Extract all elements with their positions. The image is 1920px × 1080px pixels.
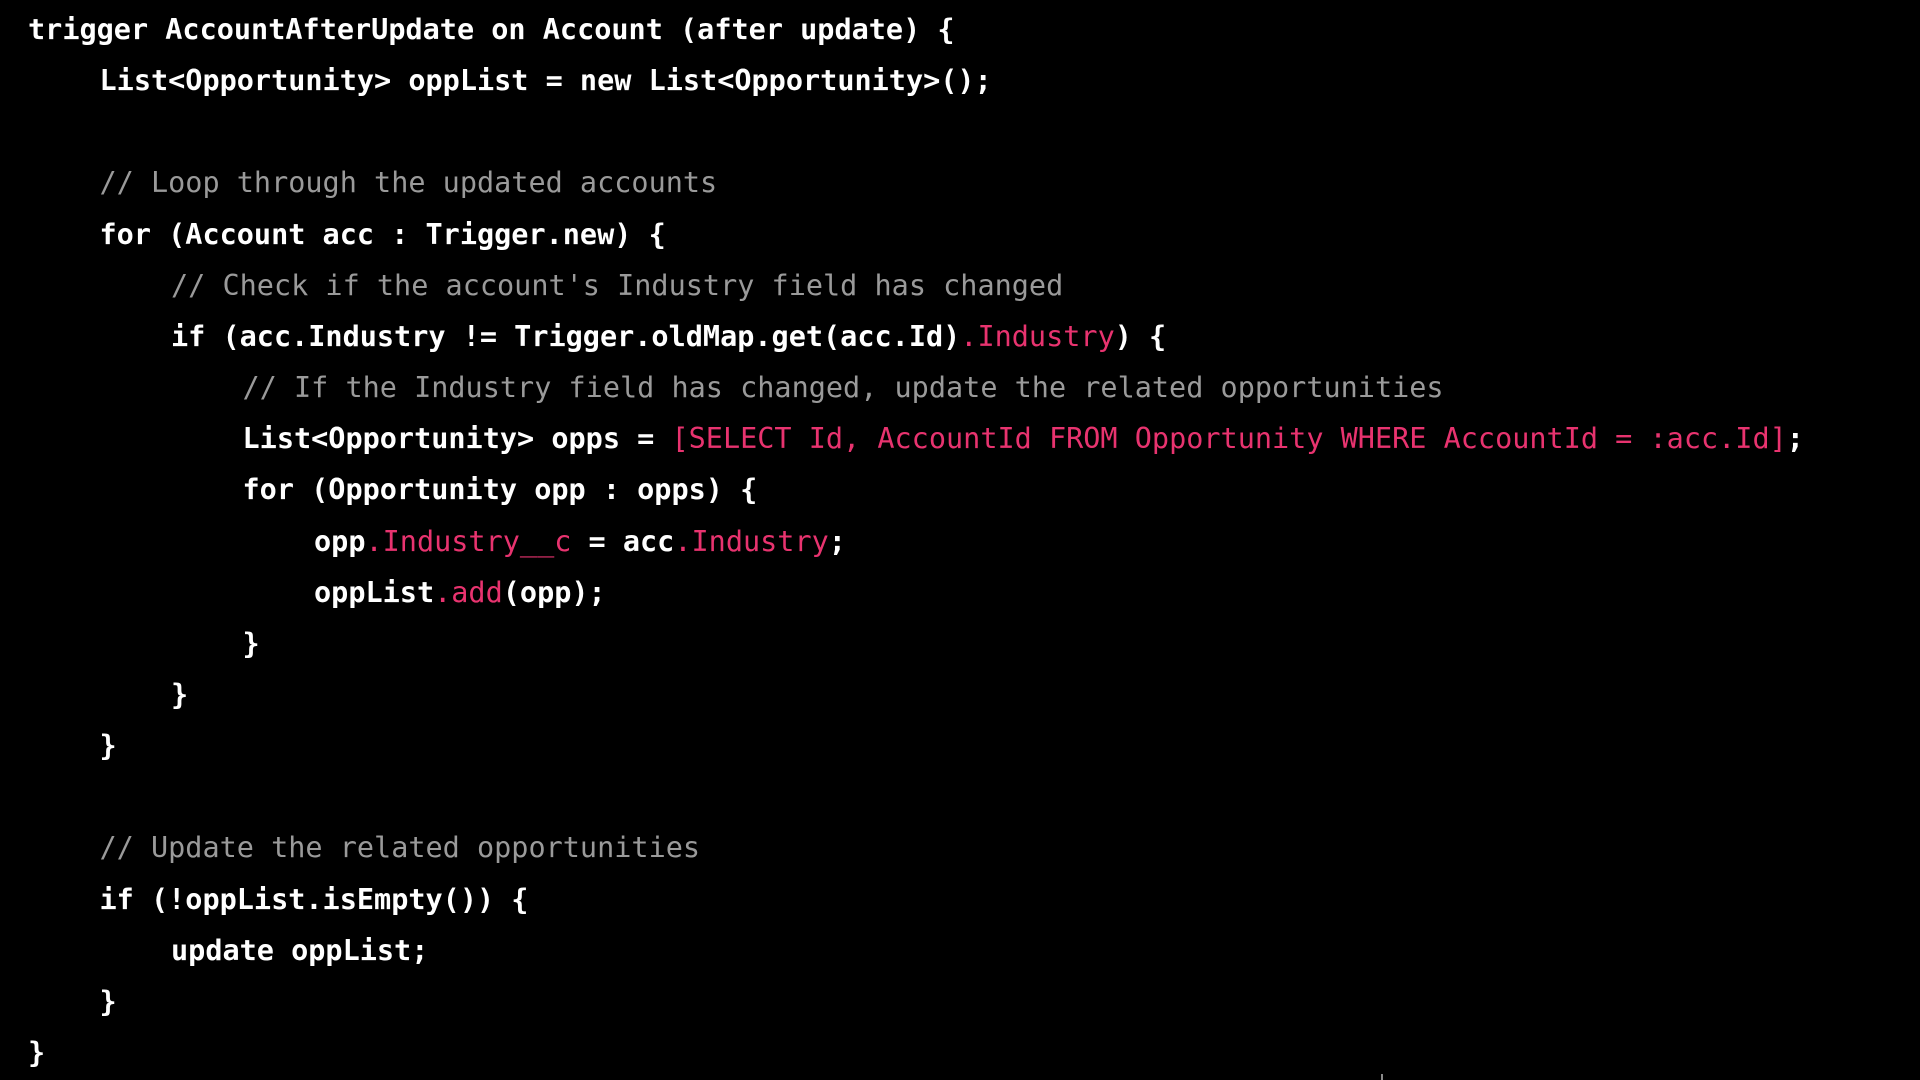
code-text: ) {	[1114, 319, 1167, 353]
code-line[interactable]: }	[100, 720, 117, 771]
code-text: ;	[1786, 422, 1804, 456]
code-highlight: .add	[434, 575, 503, 609]
code-line[interactable]: }	[28, 1027, 45, 1078]
code-line[interactable]: List<Opportunity> opps = [SELECT Id, Acc…	[243, 413, 1804, 464]
code-line[interactable]: for (Opportunity opp : opps) {	[243, 464, 758, 515]
code-text: update oppList;	[171, 933, 429, 967]
code-text: }	[99, 729, 117, 763]
text-cursor	[1381, 1074, 1383, 1080]
code-line[interactable]: List<Opportunity> oppList = new List<Opp…	[100, 55, 992, 106]
code-comment: // If the Industry field has changed, up…	[242, 371, 1444, 405]
code-text: }	[242, 626, 260, 660]
code-text: }	[99, 984, 117, 1018]
code-text: List<Opportunity> opps =	[242, 422, 672, 456]
code-text: }	[171, 677, 189, 711]
code-line[interactable]: oppList.add(opp);	[314, 567, 606, 618]
code-line[interactable]: update oppList;	[171, 925, 428, 976]
code-text: (opp);	[502, 575, 606, 609]
code-line[interactable]: trigger AccountAfterUpdate on Account (a…	[28, 4, 955, 55]
code-line[interactable]: }	[100, 976, 117, 1027]
code-text: oppList	[314, 575, 435, 609]
code-text: }	[28, 1036, 46, 1069]
code-line[interactable]: }	[171, 669, 188, 720]
code-highlight: .Industry__c	[365, 524, 572, 558]
code-comment: // Loop through the updated accounts	[99, 166, 718, 200]
code-line[interactable]: // Loop through the updated accounts	[100, 157, 718, 208]
code-text: = acc	[571, 524, 675, 558]
code-line[interactable]: if (!oppList.isEmpty()) {	[100, 874, 529, 925]
code-line[interactable]: if (acc.Industry != Trigger.oldMap.get(a…	[171, 311, 1166, 362]
code-text: ;	[828, 524, 846, 558]
code-text: for (Account acc : Trigger.new) {	[99, 217, 666, 251]
code-line[interactable]: for (Account acc : Trigger.new) {	[100, 209, 666, 260]
code-comment: // Check if the account's Industry field…	[171, 268, 1064, 302]
code-line[interactable]: }	[243, 618, 260, 669]
code-text: if (acc.Industry != Trigger.oldMap.get(a…	[171, 319, 961, 353]
code-text: if (!oppList.isEmpty()) {	[99, 882, 529, 916]
code-comment: // Update the related opportunities	[99, 831, 701, 865]
code-highlight: .Industry	[674, 524, 829, 558]
code-line[interactable]: // Update the related opportunities	[100, 822, 701, 873]
code-view[interactable]: trigger AccountAfterUpdate on Account (a…	[0, 0, 1920, 1080]
code-text: opp	[314, 524, 366, 558]
code-line[interactable]: opp.Industry__c = acc.Industry;	[314, 516, 846, 567]
code-text: List<Opportunity> oppList = new List<Opp…	[99, 64, 992, 98]
code-line[interactable]: // Check if the account's Industry field…	[171, 260, 1063, 311]
code-line[interactable]: // If the Industry field has changed, up…	[243, 362, 1444, 413]
code-text: trigger AccountAfterUpdate on Account (a…	[28, 13, 955, 46]
code-highlight: .Industry	[960, 319, 1115, 353]
code-highlight: [SELECT Id, AccountId FROM Opportunity W…	[671, 422, 1787, 456]
code-text: for (Opportunity opp : opps) {	[242, 473, 758, 507]
